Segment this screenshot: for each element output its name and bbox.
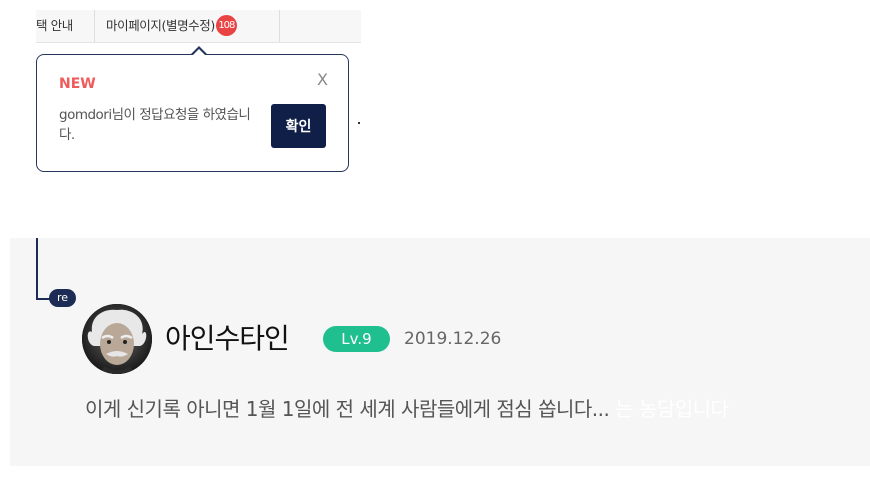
popup-new-label: NEW <box>59 76 96 92</box>
reply-text: 이게 신기록 아니면 1월 1일에 전 세계 사람들에게 점심 쏩니다... 는… <box>85 393 729 422</box>
author-name[interactable]: 아인수타인 <box>165 317 290 357</box>
confirm-button[interactable]: 확인 <box>271 104 326 148</box>
thread-line-connector <box>36 298 50 300</box>
level-badge: Lv.9 <box>323 326 390 352</box>
popup-pointer-inner <box>192 49 206 56</box>
post-date: 2019.12.26 <box>404 329 502 349</box>
menu-separator <box>94 10 95 42</box>
top-menu-bar: 택 안내 마이페이지(별명수정) 108 <box>36 10 361 43</box>
popup-message: gomdori님이 정답요청을 하였습니다. <box>59 107 251 143</box>
notification-badge: 108 <box>215 15 237 36</box>
reply-text-visible: 이게 신기록 아니면 1월 1일에 전 세계 사람들에게 점심 쏩니다... <box>85 397 610 421</box>
reply-tag: re <box>49 289 76 307</box>
close-icon[interactable]: X <box>317 70 328 89</box>
stray-dot <box>358 122 360 124</box>
mypage-label: 마이페이지(별명수정) <box>106 18 215 33</box>
avatar-portrait-icon <box>82 304 152 374</box>
notification-popup: NEW X gomdori님이 정답요청을 하였습니다. 확인 <box>36 46 349 172</box>
menu-item-guide[interactable]: 택 안내 <box>36 10 73 42</box>
menu-separator <box>279 10 280 42</box>
menu-item-mypage[interactable]: 마이페이지(별명수정) 108 <box>106 10 237 42</box>
thread-line <box>36 238 38 300</box>
reply-text-faded: 는 농담입니다 <box>609 397 729 421</box>
avatar[interactable] <box>82 304 152 374</box>
